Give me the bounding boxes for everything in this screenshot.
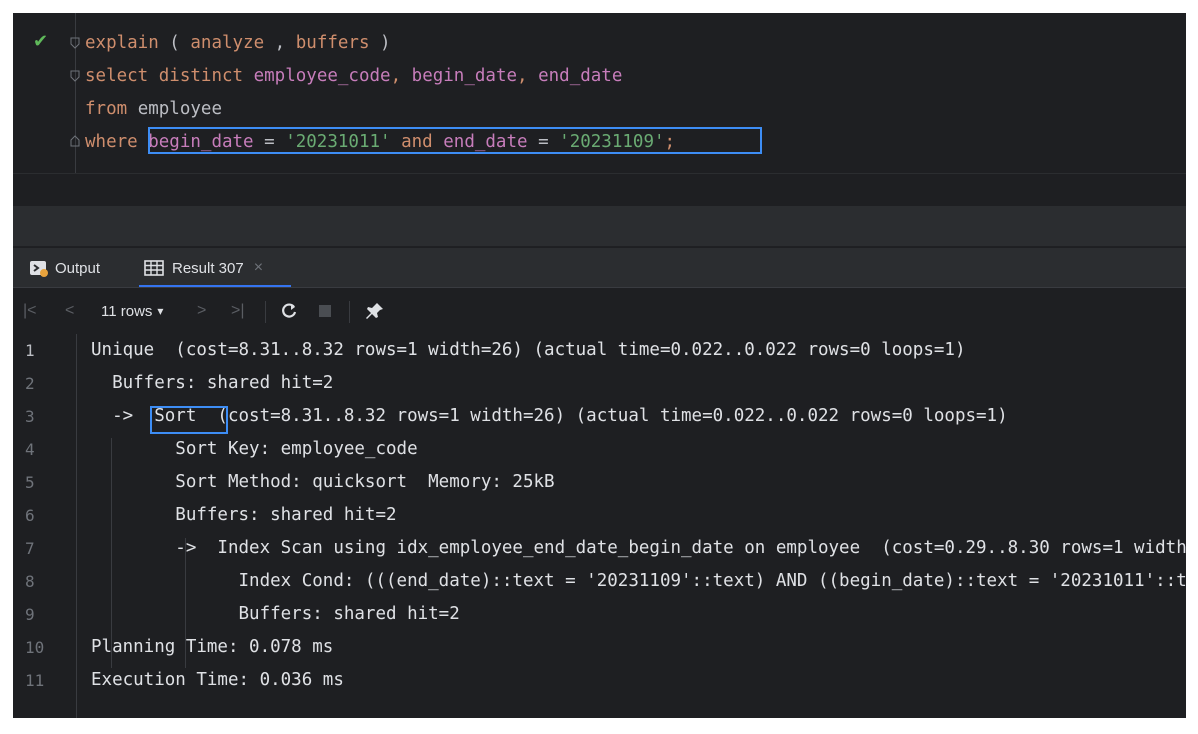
result-row[interactable]: 8 Index Cond: (((end_date)::text = '2023… bbox=[13, 565, 1186, 598]
code-token: analyze bbox=[190, 33, 265, 53]
result-row[interactable]: 7 -> Index Scan using idx_employee_end_d… bbox=[13, 532, 1186, 565]
tab-result[interactable]: Result 307 × bbox=[144, 248, 263, 288]
result-row[interactable]: 10 Planning Time: 0.078 ms bbox=[13, 631, 1186, 664]
query-plan-text: -> Sort (cost=8.31..8.32 rows=1 width=26… bbox=[91, 406, 1008, 426]
code-token: '20231109' bbox=[559, 132, 665, 152]
code-token: explain bbox=[85, 33, 159, 53]
sql-editor[interactable]: ✔ explain ( analyze , buffers ) select d… bbox=[13, 13, 1186, 173]
tab-result-label: Result 307 bbox=[172, 259, 244, 277]
code-line[interactable]: explain ( analyze , buffers ) bbox=[85, 27, 391, 59]
code-line[interactable]: select distinct employee_code, begin_dat… bbox=[85, 60, 622, 92]
code-token: , bbox=[517, 66, 539, 86]
row-number: 3 bbox=[25, 407, 35, 426]
row-number: 7 bbox=[25, 539, 35, 558]
code-line[interactable]: where begin_date = '20231011' and end_da… bbox=[85, 126, 675, 158]
result-row[interactable]: 4 Sort Key: employee_code bbox=[13, 433, 1186, 466]
code-token: where bbox=[85, 132, 138, 152]
query-plan-text: Buffers: shared hit=2 bbox=[91, 505, 397, 525]
code-token: employee bbox=[127, 99, 222, 119]
row-number: 6 bbox=[25, 506, 35, 525]
row-number: 2 bbox=[25, 374, 35, 393]
query-plan-result[interactable]: 1 Unique (cost=8.31..8.32 rows=1 width=26… bbox=[13, 334, 1186, 718]
result-row[interactable]: 5 Sort Method: quicksort Memory: 25kB bbox=[13, 466, 1186, 499]
table-grid-icon bbox=[144, 260, 164, 276]
fold-icon[interactable] bbox=[69, 37, 81, 49]
rows-count-dropdown[interactable]: 11 rows ▾ bbox=[101, 288, 163, 334]
rows-count-label: 11 rows bbox=[101, 302, 153, 320]
query-plan-text: Sort Key: employee_code bbox=[91, 439, 418, 459]
code-token: begin_date bbox=[411, 66, 518, 86]
fold-icon[interactable] bbox=[69, 70, 81, 82]
code-token: = bbox=[253, 132, 286, 152]
chevron-down-icon: ▾ bbox=[157, 304, 164, 318]
code-token: , bbox=[390, 66, 412, 86]
tab-output[interactable]: Output bbox=[29, 248, 100, 288]
row-number: 5 bbox=[25, 473, 35, 492]
code-line[interactable]: from employee bbox=[85, 93, 222, 125]
result-row[interactable]: 11 Execution Time: 0.036 ms bbox=[13, 664, 1186, 697]
row-number: 4 bbox=[25, 440, 35, 459]
code-token: and bbox=[390, 132, 444, 152]
code-token: employee_code bbox=[253, 66, 391, 86]
query-plan-text: Unique (cost=8.31..8.32 rows=1 width=26)… bbox=[91, 340, 966, 360]
close-icon[interactable]: × bbox=[254, 259, 263, 277]
code-token: end_date bbox=[538, 66, 623, 86]
sort-node-highlight bbox=[150, 406, 228, 434]
row-number: 11 bbox=[25, 671, 45, 690]
code-token: select bbox=[85, 66, 149, 86]
code-token: begin_date bbox=[148, 132, 254, 152]
result-row[interactable]: 9 Buffers: shared hit=2 bbox=[13, 598, 1186, 631]
query-plan-text: Planning Time: 0.078 ms bbox=[91, 637, 334, 657]
result-row[interactable]: 2 Buffers: shared hit=2 bbox=[13, 367, 1186, 400]
query-plan-text: Buffers: shared hit=2 bbox=[91, 373, 334, 393]
last-page-icon[interactable]: >| bbox=[231, 288, 245, 334]
row-number: 1 bbox=[25, 341, 35, 360]
pin-icon[interactable] bbox=[365, 288, 385, 334]
console-output-icon bbox=[30, 261, 48, 277]
first-page-icon[interactable]: |< bbox=[23, 288, 37, 334]
query-plan-text: Buffers: shared hit=2 bbox=[91, 604, 460, 624]
row-number: 8 bbox=[25, 572, 35, 591]
code-token: ( bbox=[158, 33, 191, 53]
code-token: buffers bbox=[295, 33, 370, 53]
refresh-icon[interactable] bbox=[279, 288, 299, 334]
panel-splitter[interactable] bbox=[13, 206, 1186, 246]
stop-icon[interactable] bbox=[319, 288, 331, 334]
code-token: end_date bbox=[443, 132, 528, 152]
code-token: from bbox=[85, 99, 128, 119]
toolbar-separator bbox=[349, 301, 350, 323]
results-tab-bar: Output Result 307 × bbox=[13, 247, 1186, 288]
editor-bottom-area bbox=[13, 173, 1186, 207]
execution-success-check-icon: ✔ bbox=[33, 31, 49, 52]
previous-page-icon[interactable]: < bbox=[65, 288, 74, 334]
row-number: 10 bbox=[25, 638, 45, 657]
next-page-icon[interactable]: > bbox=[197, 288, 206, 334]
result-row[interactable]: 1 Unique (cost=8.31..8.32 rows=1 width=26… bbox=[13, 334, 1186, 367]
code-token: = bbox=[527, 132, 560, 152]
code-token: , bbox=[264, 33, 296, 53]
code-token: '20231011' bbox=[285, 132, 391, 152]
query-plan-text: -> Index Scan using idx_employee_end_dat… bbox=[91, 538, 1186, 558]
code-token: ) bbox=[369, 33, 391, 53]
ide-window: ✔ explain ( analyze , buffers ) select d… bbox=[13, 13, 1186, 718]
row-number: 9 bbox=[25, 605, 35, 624]
result-row[interactable]: 6 Buffers: shared hit=2 bbox=[13, 499, 1186, 532]
result-toolbar: |< < 11 rows ▾ > >| bbox=[13, 287, 1186, 335]
code-token: ; bbox=[664, 132, 676, 152]
code-token: distinct bbox=[158, 66, 244, 86]
query-plan-text: Sort Method: quicksort Memory: 25kB bbox=[91, 472, 555, 492]
query-plan-text: Execution Time: 0.036 ms bbox=[91, 670, 344, 690]
tab-output-label: Output bbox=[55, 259, 101, 277]
toolbar-separator bbox=[265, 301, 266, 323]
query-plan-text: Index Cond: (((end_date)::text = '202311… bbox=[91, 571, 1187, 591]
fold-end-icon[interactable] bbox=[69, 135, 81, 147]
